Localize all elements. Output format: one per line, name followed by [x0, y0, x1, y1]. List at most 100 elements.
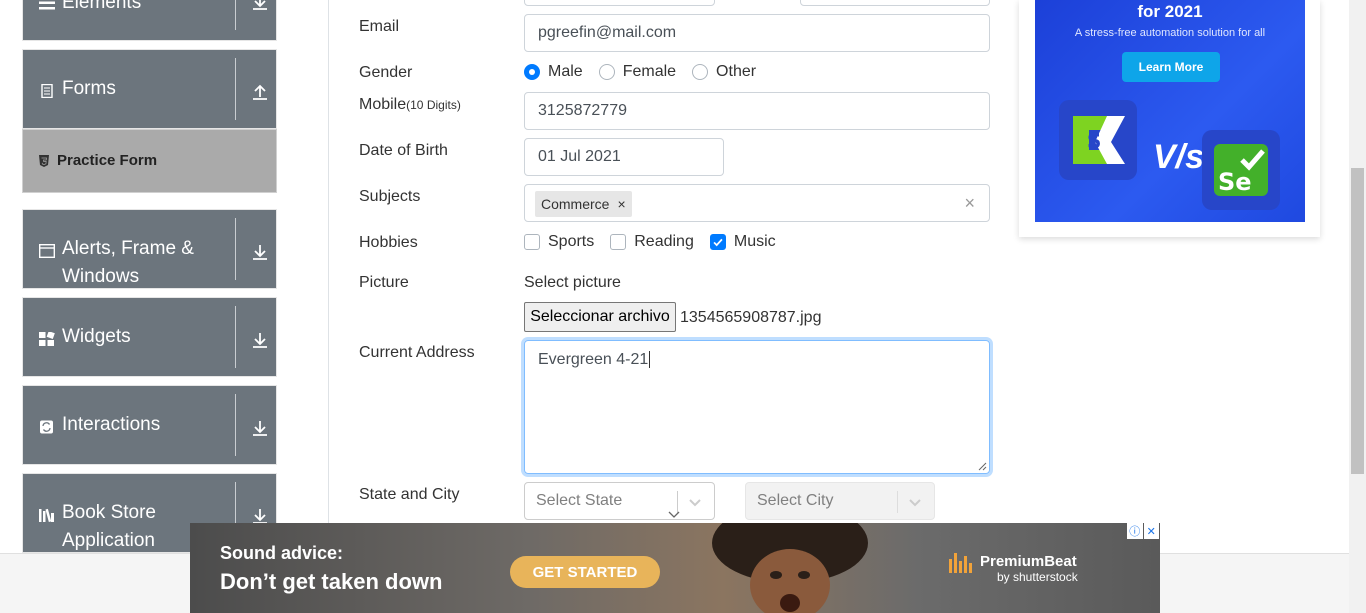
adchoices-icon[interactable]: ⓘ	[1127, 523, 1143, 539]
address-value: Evergreen 4-21	[538, 351, 649, 368]
sidebar-group-interactions[interactable]: Interactions	[22, 385, 277, 465]
hobbies-checkbox-group: Sports Reading Music	[524, 233, 792, 251]
subject-chip: Commerce ×	[535, 191, 632, 217]
chevron-down-icon[interactable]	[688, 495, 702, 509]
address-label: Current Address	[359, 344, 475, 361]
choose-file-button[interactable]: Seleccionar archivo	[524, 302, 676, 332]
scrollbar-thumb[interactable]	[1351, 168, 1364, 474]
city-select[interactable]: Select City	[745, 482, 935, 520]
state-city-label: State and City	[359, 486, 460, 503]
checkbox[interactable]	[709, 234, 726, 250]
page-scrollbar[interactable]	[1349, 0, 1366, 613]
radio-button[interactable]	[692, 64, 709, 80]
hobby-option-music[interactable]: Music	[709, 233, 776, 251]
picture-label: Picture	[359, 274, 409, 291]
email-value: pgreefin@mail.com	[538, 24, 677, 41]
hamburger-icon	[39, 1, 55, 10]
mobile-field[interactable]: 3125872779	[524, 92, 990, 130]
sidebar-group-label: Interactions	[62, 414, 161, 435]
widgets-icon	[39, 332, 55, 346]
radio-label: Male	[548, 63, 583, 80]
chevron-down-icon[interactable]	[908, 495, 922, 509]
learn-more-button[interactable]: Learn More	[1122, 52, 1220, 82]
last-name-input[interactable]	[800, 0, 990, 6]
gender-option-male[interactable]: Male	[524, 63, 583, 81]
download-arrow-icon[interactable]	[251, 243, 269, 261]
svg-text:Se: Se	[1218, 168, 1252, 196]
sidebar-group-elements[interactable]: Elements	[22, 0, 277, 41]
download-arrow-icon[interactable]	[251, 419, 269, 437]
banner-brand-sub: by shutterstock	[997, 570, 1078, 584]
svg-text:S: S	[1087, 129, 1101, 153]
document-icon	[41, 84, 53, 98]
radio-label: Other	[716, 63, 757, 80]
gender-label: Gender	[359, 64, 413, 81]
date-of-birth-input[interactable]: 01 Jul 2021	[524, 138, 724, 176]
checkbox-label: Sports	[548, 233, 595, 250]
resize-handle-icon[interactable]	[978, 462, 987, 471]
checkbox[interactable]	[610, 234, 627, 250]
sidebar-group-forms[interactable]: Forms	[22, 49, 277, 129]
current-address-textarea[interactable]: Evergreen 4-21	[524, 340, 990, 474]
sidebar-group-widgets[interactable]: Widgets	[22, 297, 277, 377]
gender-option-female[interactable]: Female	[598, 63, 677, 81]
upload-arrow-icon[interactable]	[251, 83, 269, 101]
sidebar-item-label: Practice Form	[57, 152, 158, 169]
hobby-option-reading[interactable]: Reading	[610, 233, 694, 251]
state-select[interactable]: Select State	[524, 482, 715, 520]
dob-value: 01 Jul 2021	[538, 148, 621, 165]
select-picture-caption: Select picture	[524, 274, 621, 291]
get-started-button[interactable]: GET STARTED	[510, 556, 660, 588]
gender-radio-group: Male Female Other	[524, 63, 772, 81]
divider	[235, 0, 236, 30]
library-icon	[39, 508, 54, 522]
checkbox-label: Reading	[634, 233, 694, 250]
city-placeholder: Select City	[757, 492, 834, 509]
premiumbeat-logo-icon	[949, 553, 972, 573]
text-cursor	[649, 351, 651, 368]
gender-option-other[interactable]: Other	[692, 63, 756, 81]
mobile-value: 3125872779	[538, 102, 627, 119]
email-label: Email	[359, 18, 400, 35]
checkbox-label: Music	[733, 233, 776, 250]
dob-label: Date of Birth	[359, 142, 448, 159]
katalon-logo-icon: S	[1059, 100, 1137, 180]
ad-subtitle: A stress-free automation solution for al…	[1074, 27, 1266, 39]
close-icon[interactable]: ✕	[1143, 523, 1159, 539]
interactions-icon	[40, 420, 53, 434]
hobby-option-sports[interactable]: Sports	[524, 233, 594, 251]
banner-headline-2: Don’t get taken down	[220, 569, 443, 594]
mobile-hint: (10 Digits)	[406, 98, 461, 112]
divider	[235, 306, 236, 368]
banner-photo	[712, 523, 868, 613]
clear-icon[interactable]: ×	[964, 193, 975, 214]
selected-file-name: 1354565908787.jpg	[680, 309, 822, 326]
divider	[235, 58, 236, 120]
chip-remove-icon[interactable]: ×	[617, 196, 625, 212]
sidebar-item-practice-form[interactable]: Practice Form	[22, 129, 277, 193]
sidebar-group-alerts[interactable]: Alerts, Frame & Windows	[22, 209, 277, 289]
subjects-label: Subjects	[359, 188, 421, 205]
sidebar-group-label: Forms	[62, 78, 116, 99]
checkbox[interactable]	[524, 234, 540, 250]
radio-label: Female	[622, 63, 677, 80]
hobbies-label: Hobbies	[359, 234, 418, 251]
chevron-down-icon	[668, 511, 680, 518]
banner-brand: PremiumBeat	[980, 553, 1077, 570]
ad-vs-text: V/s	[1153, 138, 1205, 176]
download-arrow-icon[interactable]	[251, 0, 269, 11]
download-arrow-icon[interactable]	[251, 331, 269, 349]
page: Elements Forms Practice Form Alerts, Fra…	[0, 0, 1366, 613]
ad-title: for 2021	[1137, 2, 1203, 21]
bottom-banner-ad[interactable]: Sound advice: Don’t get taken down GET S…	[190, 523, 1160, 613]
radio-button[interactable]	[524, 64, 540, 80]
email-field[interactable]: pgreefin@mail.com	[524, 14, 990, 52]
sidebar-group-label: Elements	[62, 0, 142, 13]
radio-button[interactable]	[598, 64, 615, 80]
banner-headline-1: Sound advice:	[220, 543, 344, 563]
first-name-input[interactable]	[524, 0, 715, 6]
ad-image[interactable]: for 2021 A stress-free automation soluti…	[1035, 0, 1305, 222]
selenium-logo-icon: Se	[1202, 130, 1280, 210]
side-advertisement[interactable]: for 2021 A stress-free automation soluti…	[1019, 0, 1320, 237]
divider	[897, 491, 898, 513]
